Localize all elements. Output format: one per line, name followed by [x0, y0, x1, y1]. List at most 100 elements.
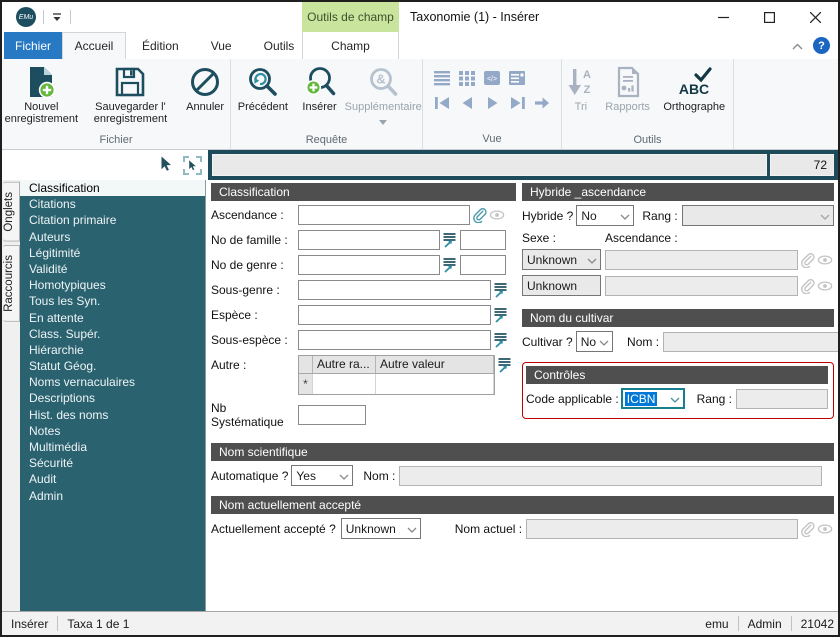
tab-vue[interactable]: Vue: [195, 32, 248, 59]
cultivar-nom-input: [663, 331, 838, 352]
view-form-icon[interactable]: [508, 70, 526, 86]
sidebar-item[interactable]: Statut Géog.: [20, 358, 205, 374]
spelling-button[interactable]: ABC Orthographe: [655, 61, 733, 133]
lookup-list-icon[interactable]: [440, 232, 458, 248]
record-count-field[interactable]: 72: [770, 154, 834, 176]
no-genre-number-input[interactable]: [460, 255, 506, 275]
button-label: Insérer: [302, 101, 337, 113]
side-tab-raccourcis[interactable]: Raccourcis: [3, 244, 20, 322]
attach-icon[interactable]: [470, 207, 488, 223]
label-sous-espece: Sous-espèce :: [211, 333, 288, 347]
search-insert-button[interactable]: Insérer: [295, 61, 345, 133]
sidebar-item[interactable]: Multimédia: [20, 439, 205, 455]
sidebar-item[interactable]: En attente: [20, 310, 205, 326]
button-label: Rapports: [605, 101, 650, 113]
label-cultivar-nom: Nom :: [627, 334, 660, 349]
sidebar-item[interactable]: Audit: [20, 471, 205, 487]
new-record-icon: [25, 64, 57, 100]
espece-input[interactable]: [298, 305, 491, 325]
grid-col-autre-valeur[interactable]: Autre valeur: [376, 356, 494, 373]
sidebar-item[interactable]: Descriptions: [20, 390, 205, 406]
lookup-list-icon[interactable]: [440, 257, 458, 273]
sort-button[interactable]: AZ Tri: [562, 61, 600, 133]
section-header-nom-scientifique: Nom scientifique: [211, 443, 834, 461]
nav-last-icon[interactable]: [508, 95, 526, 111]
sexe1-combo[interactable]: Unknown: [522, 249, 601, 270]
nav-previous-icon[interactable]: [458, 95, 476, 111]
app-logo-icon[interactable]: EMu: [16, 7, 36, 27]
select-region-icon[interactable]: [183, 155, 202, 175]
quick-access-customize-icon[interactable]: [51, 12, 63, 22]
sidebar-item[interactable]: Tous les Syn.: [20, 293, 205, 309]
ribbon-group-vue: </> Vue: [423, 59, 562, 149]
sidebar-item[interactable]: Admin: [20, 488, 205, 504]
lookup-list-icon[interactable]: [495, 355, 513, 373]
nav-goto-icon[interactable]: [533, 95, 551, 111]
cultivar-combo[interactable]: No: [575, 331, 614, 352]
label-autre: Autre :: [211, 358, 247, 372]
cancel-button[interactable]: Annuler: [180, 61, 230, 133]
accepte-combo[interactable]: Unknown: [340, 518, 421, 539]
search-previous-button[interactable]: Précédent: [231, 61, 295, 133]
sidebar-item[interactable]: Citation primaire: [20, 212, 205, 228]
tab-edition[interactable]: Édition: [126, 32, 195, 59]
sidebar-item[interactable]: Class. Supér.: [20, 326, 205, 342]
cursor-arrow-icon[interactable]: [160, 156, 174, 175]
view-code-icon[interactable]: </>: [483, 70, 501, 86]
no-famille-number-input[interactable]: [460, 230, 506, 250]
sidebar-item[interactable]: Validité: [20, 261, 205, 277]
close-button[interactable]: [792, 2, 838, 32]
tab-outils[interactable]: Outils: [248, 32, 311, 59]
side-tab-onglets[interactable]: Onglets: [3, 182, 20, 242]
maximize-button[interactable]: [746, 2, 792, 32]
autre-grid[interactable]: Autre ra... Autre valeur *: [298, 355, 495, 395]
no-famille-input[interactable]: [298, 230, 440, 250]
lookup-list-icon[interactable]: [491, 282, 509, 298]
search-more-button[interactable]: & Supplémentaire: [344, 61, 422, 133]
summary-field[interactable]: [212, 154, 767, 176]
automatique-combo[interactable]: Yes: [291, 465, 354, 486]
sidebar-item[interactable]: Homotypiques: [20, 277, 205, 293]
sous-genre-input[interactable]: [298, 280, 491, 300]
tab-accueil[interactable]: Accueil: [62, 32, 126, 59]
help-icon[interactable]: ?: [813, 37, 830, 54]
new-record-button[interactable]: Nouvel enregistrement: [2, 61, 81, 133]
code-applicable-combo[interactable]: ICBN: [620, 388, 685, 409]
sidebar-item[interactable]: Sécurité: [20, 455, 205, 471]
view-grid-icon[interactable]: [458, 70, 476, 86]
tab-fichier[interactable]: Fichier: [4, 32, 62, 59]
nav-next-icon[interactable]: [483, 95, 501, 111]
sidebar-item[interactable]: Légitimité: [20, 245, 205, 261]
ascendance-input[interactable]: [298, 205, 470, 225]
sidebar-item[interactable]: Classification: [20, 180, 205, 197]
ribbon-group-requete: Précédent Insérer & Supplémentaire Requê…: [231, 59, 423, 149]
sous-espece-input[interactable]: [298, 330, 491, 350]
sidebar-item[interactable]: Hist. des noms: [20, 407, 205, 423]
lookup-list-icon[interactable]: [491, 307, 509, 323]
save-record-button[interactable]: Sauvegarder l' enregistrement: [81, 61, 181, 133]
chevron-down-icon: [584, 253, 600, 267]
sidebar-item[interactable]: Notes: [20, 423, 205, 439]
view-attachment-eye-icon[interactable]: [488, 209, 506, 221]
view-list-icon[interactable]: [433, 70, 451, 86]
combo-value: Unknown: [527, 278, 578, 293]
grid-col-autre-rang[interactable]: Autre ra...: [313, 356, 376, 373]
sexe2-combo[interactable]: Unknown: [522, 275, 601, 296]
nav-first-icon[interactable]: [433, 95, 451, 111]
hybride-combo[interactable]: No: [576, 205, 635, 226]
lookup-list-icon[interactable]: [491, 332, 509, 348]
sidebar-item[interactable]: Auteurs: [20, 229, 205, 245]
sidebar-item[interactable]: Noms vernaculaires: [20, 374, 205, 390]
reports-button[interactable]: Rapports: [600, 61, 656, 133]
group-label-requete: Requête: [305, 134, 348, 146]
form-area: Classification Ascendance : No de famill…: [206, 180, 838, 611]
grid-new-row[interactable]: *: [299, 374, 494, 394]
no-genre-input[interactable]: [298, 255, 440, 275]
tab-champ[interactable]: Champ: [302, 32, 399, 59]
group-label-outils: Outils: [633, 134, 662, 146]
nb-systematique-input[interactable]: [298, 405, 366, 425]
collapse-ribbon-icon[interactable]: [792, 39, 803, 53]
minimize-button[interactable]: [700, 2, 746, 32]
sidebar-item[interactable]: Citations: [20, 196, 205, 212]
sidebar-item[interactable]: Hiérarchie: [20, 342, 205, 358]
